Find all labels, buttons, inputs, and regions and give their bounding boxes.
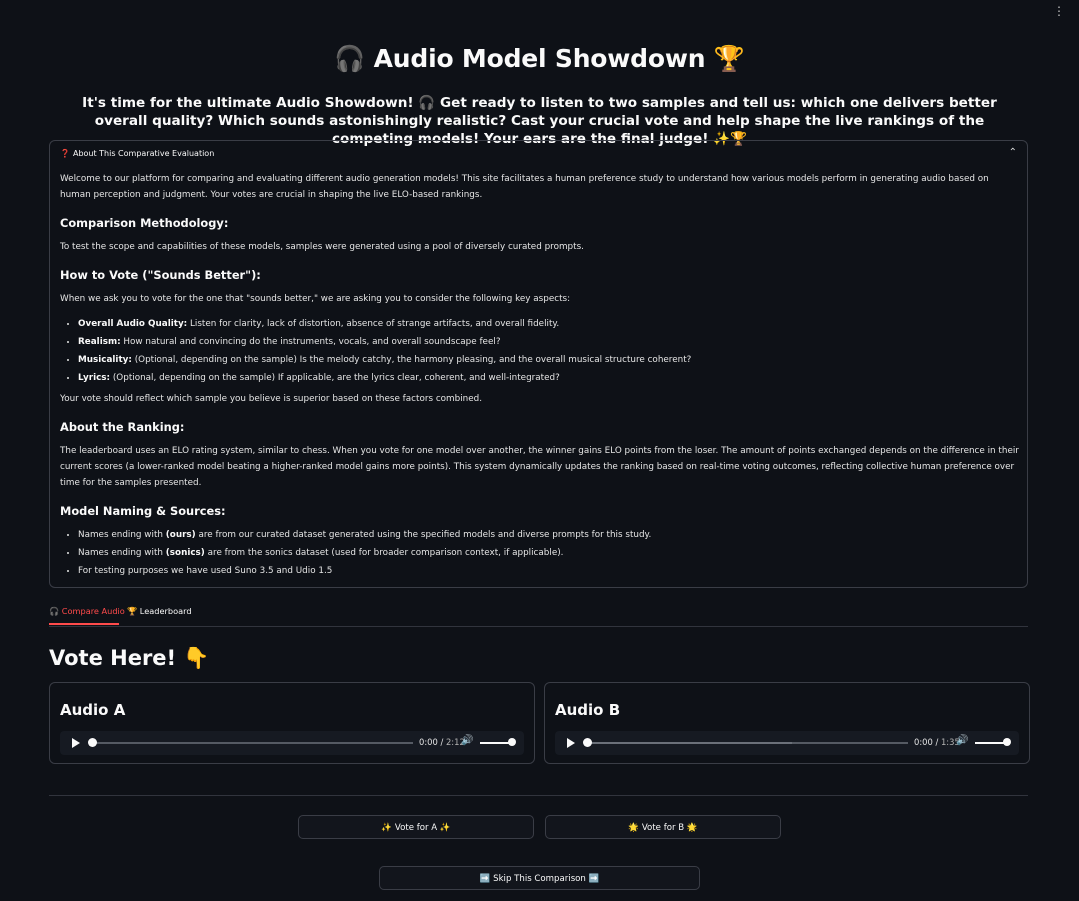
- audio-a-time: 0:00 / 2:12: [419, 737, 465, 747]
- list-item: Realism: How natural and convincing do t…: [78, 334, 1020, 350]
- audio-b-time: 0:00 / 1:35: [914, 737, 960, 747]
- list-item: Lyrics: (Optional, depending on the samp…: [78, 370, 1020, 386]
- list-item: For testing purposes we have used Suno 3…: [78, 563, 1020, 579]
- naming-pre: Names ending with: [78, 530, 166, 540]
- criteria-term: Realism:: [78, 337, 121, 347]
- about-content: Welcome to our platform for comparing an…: [60, 171, 1020, 584]
- chevron-up-icon[interactable]: ⌃: [1009, 147, 1017, 158]
- naming-pre: Names ending with: [78, 548, 166, 558]
- criteria-term: Lyrics:: [78, 373, 111, 383]
- active-tab-indicator: [49, 623, 119, 625]
- audio-a-title: Audio A: [60, 701, 126, 719]
- methodology-heading: Comparison Methodology:: [60, 216, 229, 230]
- audio-a-seek-knob[interactable]: [88, 738, 97, 747]
- audio-b-player: 0:00 / 1:35 🔊: [555, 731, 1019, 755]
- howto-heading: How to Vote ("Sounds Better"):: [60, 268, 261, 282]
- audio-a-card: Audio A 0:00 / 2:12 🔊: [49, 682, 535, 764]
- ranking-text: The leaderboard uses an ELO rating syste…: [60, 446, 1019, 488]
- naming-list: Names ending with (ours) are from our cu…: [60, 527, 1020, 579]
- ranking-heading: About the Ranking:: [60, 420, 185, 434]
- audio-a-player: 0:00 / 2:12 🔊: [60, 731, 524, 755]
- audio-a-volume-knob[interactable]: [508, 738, 516, 746]
- methodology-text: To test the scope and capabilities of th…: [60, 242, 584, 252]
- criteria-desc: (Optional, depending on the sample) Is t…: [131, 355, 692, 365]
- list-item: Names ending with (sonics) are from the …: [78, 545, 1020, 561]
- criteria-term: Overall Audio Quality:: [78, 319, 188, 329]
- naming-pre: For testing purposes we have used Suno 3…: [78, 566, 333, 576]
- tab-bar: 🎧 Compare Audio 🏆 Leaderboard: [49, 603, 1028, 627]
- vote-a-button[interactable]: ✨ Vote for A ✨: [298, 815, 534, 839]
- criteria-list: Overall Audio Quality: Listen for clarit…: [60, 316, 1020, 386]
- howto-text: When we ask you to vote for the one that…: [60, 294, 571, 304]
- naming-term: (ours): [165, 530, 196, 540]
- play-icon[interactable]: [72, 738, 80, 748]
- criteria-desc: Listen for clarity, lack of distortion, …: [187, 319, 560, 329]
- tab-leaderboard[interactable]: 🏆 Leaderboard: [127, 606, 192, 617]
- vote-b-button[interactable]: 🌟 Vote for B 🌟: [545, 815, 781, 839]
- criteria-desc: (Optional, depending on the sample) If a…: [110, 373, 560, 383]
- audio-b-buffered-range: [587, 742, 792, 744]
- about-intro: Welcome to our platform for comparing an…: [60, 174, 989, 200]
- list-item: Names ending with (ours) are from our cu…: [78, 527, 1020, 543]
- audio-a-current-time: 0:00: [419, 737, 438, 747]
- about-header-label: About This Comparative Evaluation: [72, 149, 215, 158]
- audio-b-volume-knob[interactable]: [1003, 738, 1011, 746]
- audio-b-current-time: 0:00: [914, 737, 933, 747]
- play-icon[interactable]: [567, 738, 575, 748]
- naming-heading: Model Naming & Sources:: [60, 504, 226, 518]
- naming-term: (sonics): [165, 548, 205, 558]
- about-expander: ❓ About This Comparative Evaluation ⌃ Wel…: [49, 140, 1028, 588]
- volume-icon[interactable]: 🔊: [461, 735, 473, 746]
- volume-icon[interactable]: 🔊: [956, 735, 968, 746]
- audio-a-seek-bar[interactable]: [92, 742, 413, 744]
- criteria-term: Musicality:: [78, 355, 132, 365]
- vertical-dots-icon[interactable]: ⋮: [1053, 4, 1065, 18]
- page-title: 🎧 Audio Model Showdown 🏆: [334, 44, 745, 73]
- tab-compare-audio[interactable]: 🎧 Compare Audio: [49, 606, 125, 617]
- criteria-desc: How natural and convincing do the instru…: [120, 337, 501, 347]
- list-item: Overall Audio Quality: Listen for clarit…: [78, 316, 1020, 332]
- criteria-summary: Your vote should reflect which sample yo…: [60, 394, 483, 404]
- audio-b-title: Audio B: [555, 701, 621, 719]
- naming-post: are from our curated dataset generated u…: [195, 530, 652, 540]
- audio-b-seek-knob[interactable]: [583, 738, 592, 747]
- vote-heading: Vote Here! 👇: [49, 646, 210, 670]
- list-item: Musicality: (Optional, depending on the …: [78, 352, 1020, 368]
- about-expander-header[interactable]: ❓ About This Comparative Evaluation: [60, 149, 214, 158]
- naming-post: are from the sonics dataset (used for br…: [204, 548, 564, 558]
- question-icon: ❓: [60, 149, 70, 158]
- section-divider: [49, 795, 1028, 796]
- audio-b-card: Audio B 0:00 / 1:35 🔊: [544, 682, 1030, 764]
- skip-comparison-button[interactable]: ➡️ Skip This Comparison ➡️: [379, 866, 700, 890]
